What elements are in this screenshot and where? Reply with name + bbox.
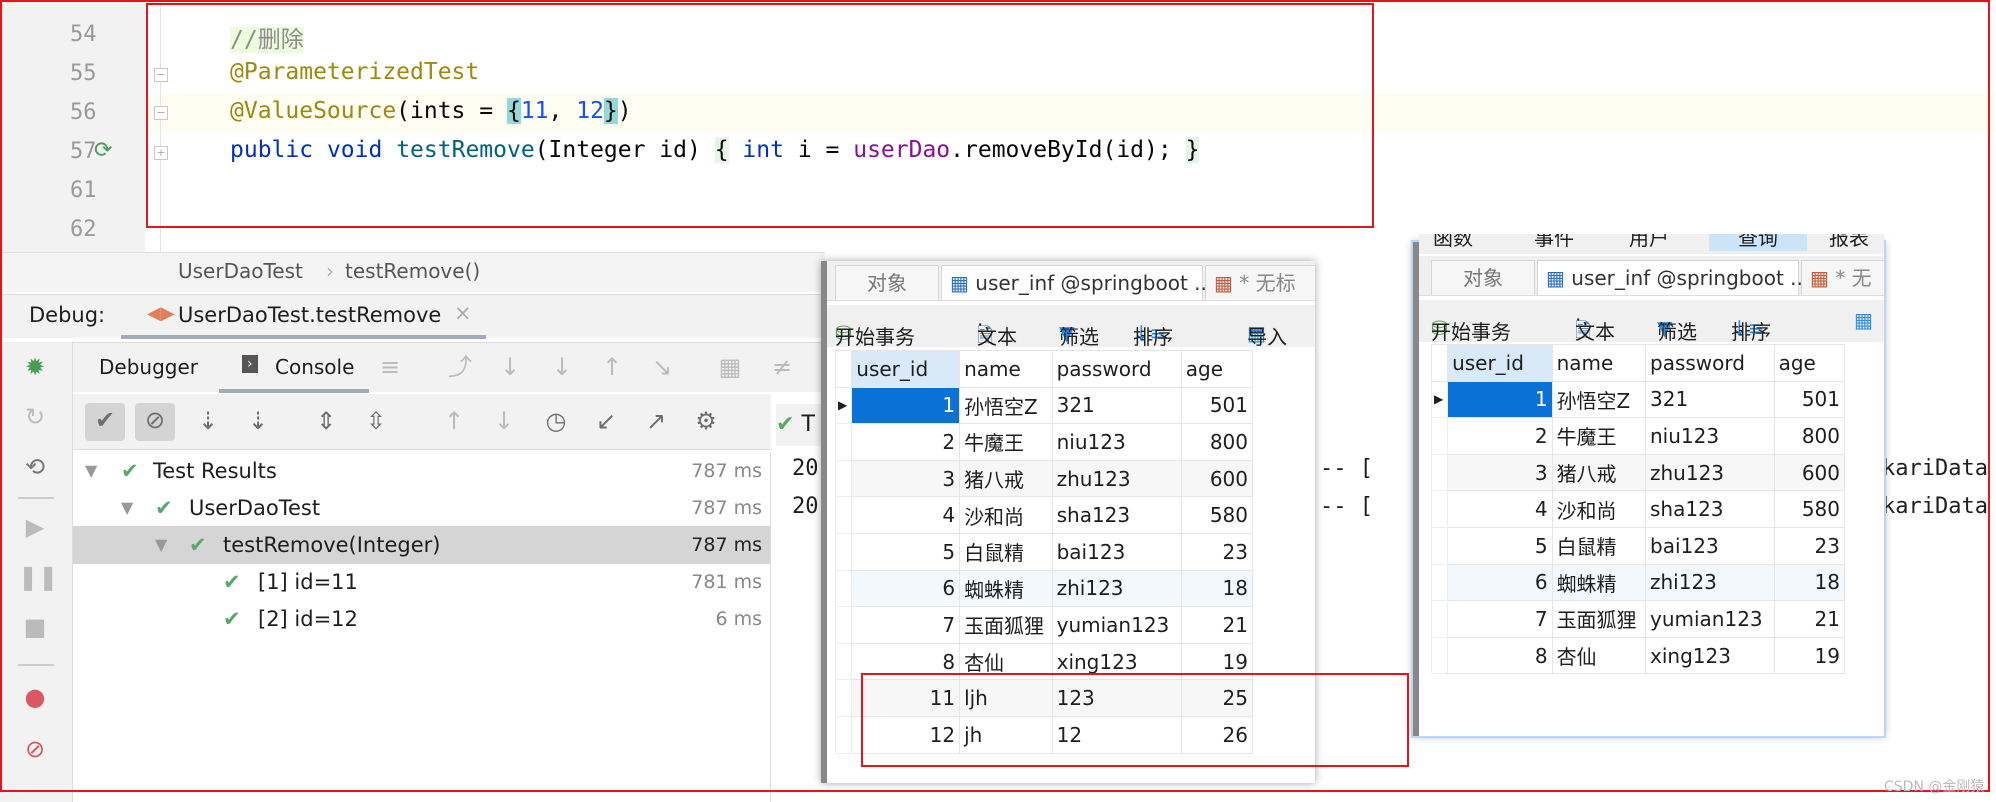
- rows-highlight-box: [861, 673, 1409, 767]
- watermark: CSDN @金刚猿: [1884, 779, 1985, 795]
- code-highlight-box: [146, 3, 1374, 228]
